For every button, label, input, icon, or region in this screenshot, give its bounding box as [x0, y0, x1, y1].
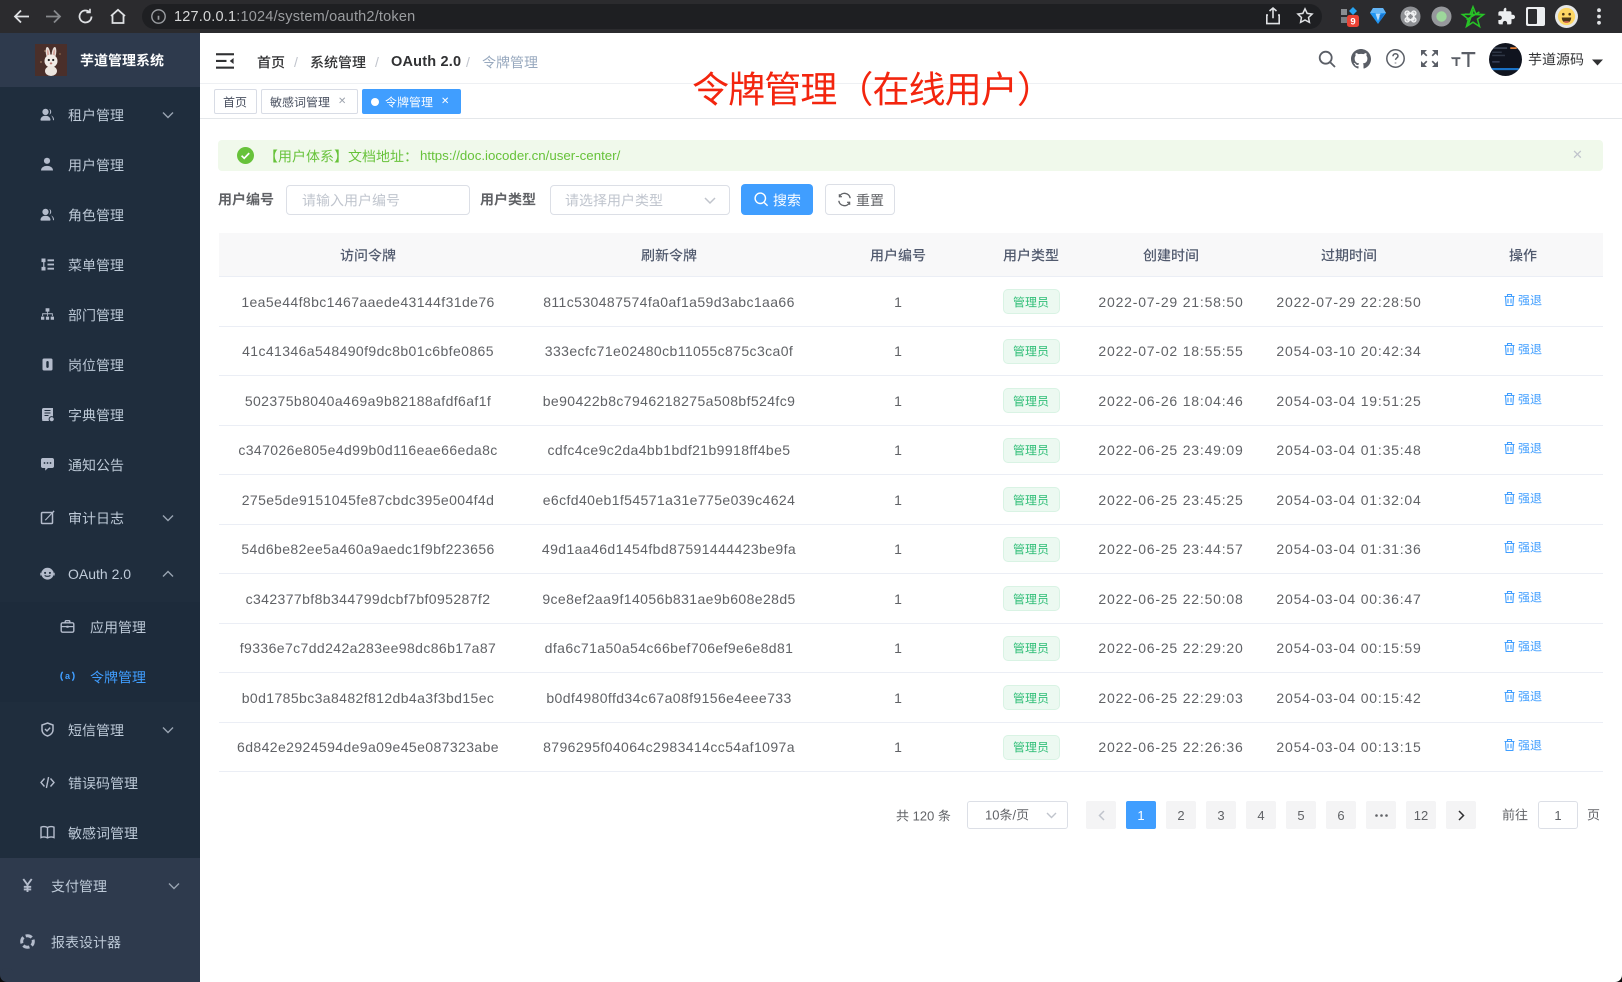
svg-text:a: a [65, 671, 71, 681]
svg-text:9: 9 [1350, 17, 1355, 28]
